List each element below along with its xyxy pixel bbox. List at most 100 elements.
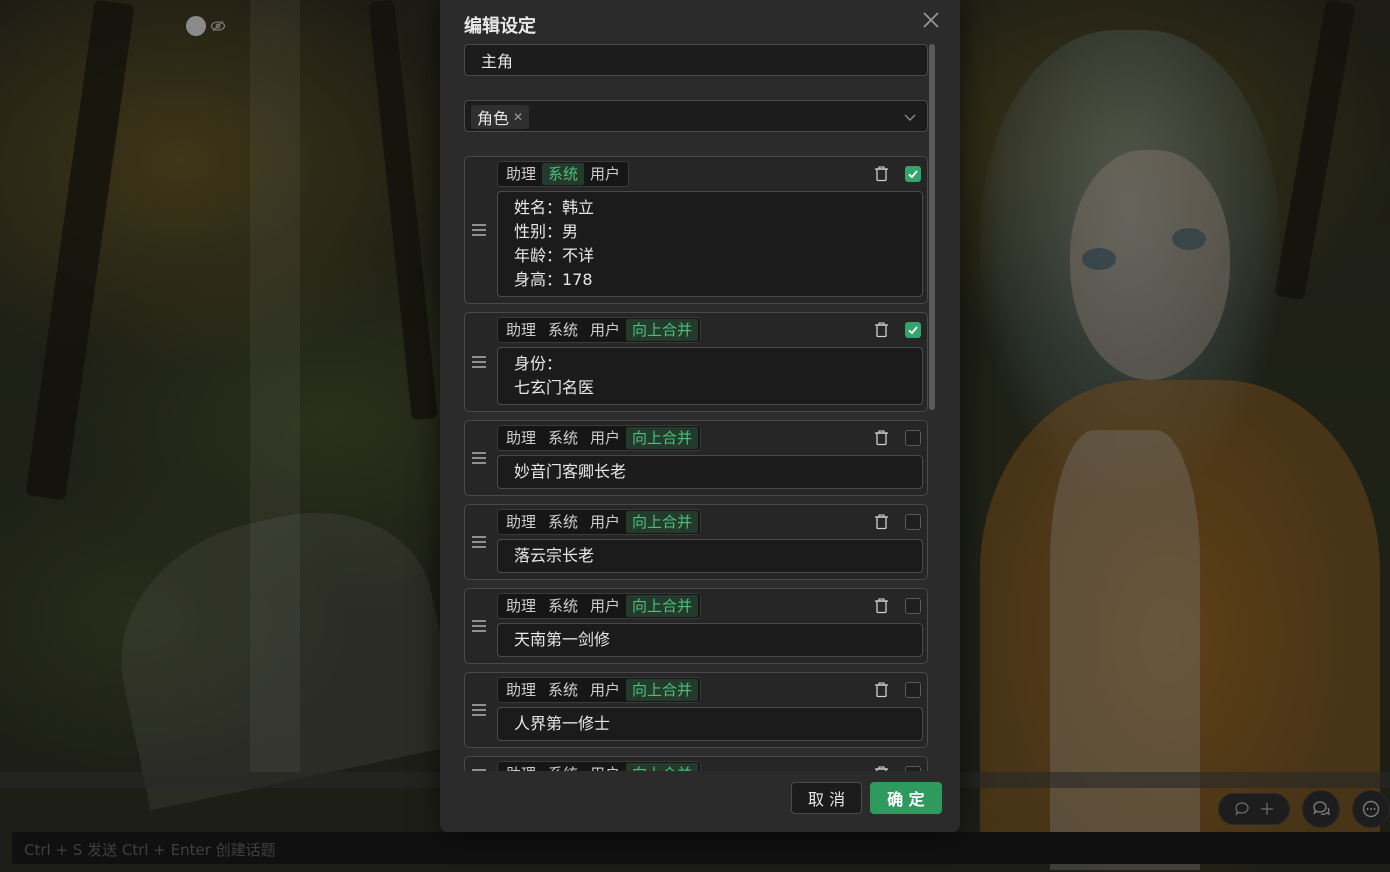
enable-checkbox[interactable]: [905, 682, 921, 698]
message-content-editor[interactable]: 人界第一修士: [497, 707, 923, 741]
enable-checkbox[interactable]: [905, 430, 921, 446]
message-input-placeholder: Ctrl + S 发送 Ctrl + Enter 创建话题: [24, 841, 276, 859]
role-option[interactable]: 系统: [542, 319, 584, 341]
visibility-toggle[interactable]: [186, 16, 226, 36]
card-tools: [874, 430, 921, 446]
conversation-button[interactable]: [1302, 790, 1340, 828]
content-line: 七玄门名医: [514, 378, 595, 397]
enable-checkbox[interactable]: [905, 514, 921, 530]
role-option[interactable]: 助理: [500, 319, 542, 341]
role-option[interactable]: 用户: [584, 163, 626, 185]
drag-handle-icon[interactable]: [471, 768, 487, 771]
role-option[interactable]: 用户: [584, 595, 626, 617]
role-option[interactable]: 系统: [542, 163, 585, 185]
more-chat-button[interactable]: [1352, 790, 1390, 828]
conversations-icon: [1313, 801, 1331, 816]
merge-up-option[interactable]: 向上合并: [626, 679, 699, 701]
message-card-list: 助理 系统 用户 姓名：韩立 性别：男 年龄：不详 身高：178 助理 系统 用户 向上合并: [464, 156, 928, 771]
message-input[interactable]: Ctrl + S 发送 Ctrl + Enter 创建话题: [12, 832, 1390, 864]
card-tools: [874, 322, 921, 338]
merge-up-option[interactable]: 向上合并: [626, 763, 699, 771]
role-option[interactable]: 系统: [542, 595, 584, 617]
chat-dots-icon: [1362, 800, 1380, 818]
content-line: 人界第一修士: [514, 714, 611, 733]
message-content-editor[interactable]: 姓名：韩立 性别：男 年龄：不详 身高：178: [497, 191, 923, 297]
role-selector: 助理系统用户向上合并: [497, 317, 702, 343]
trash-icon[interactable]: [874, 682, 889, 698]
role-option[interactable]: 用户: [584, 763, 626, 771]
drag-handle-icon[interactable]: [471, 535, 487, 549]
trash-icon[interactable]: [874, 514, 889, 530]
role-option[interactable]: 助理: [500, 511, 542, 533]
card-tools: [874, 514, 921, 530]
content-line: 身份：: [514, 354, 563, 373]
tag-select[interactable]: 角色 ✕: [464, 100, 928, 132]
check-icon: [908, 170, 918, 179]
tag-chip: 角色 ✕: [471, 105, 530, 129]
drag-handle-icon[interactable]: [471, 355, 487, 369]
card-tools: [874, 766, 921, 771]
message-content-editor[interactable]: 天南第一剑修: [497, 623, 923, 657]
role-option[interactable]: 系统: [542, 679, 584, 701]
card-tools: [874, 166, 921, 182]
cancel-button[interactable]: 取 消: [791, 782, 863, 814]
message-card: 助理 系统 用户 向上合并 天南第一剑修: [464, 588, 928, 664]
tag-label: 角色: [477, 109, 510, 128]
merge-up-option[interactable]: 向上合并: [626, 511, 699, 533]
role-selector: 助理系统用户向上合并: [497, 761, 702, 771]
modal-scrollbar[interactable]: [929, 44, 935, 410]
drag-handle-icon[interactable]: [471, 619, 487, 633]
role-option[interactable]: 助理: [500, 763, 542, 771]
drag-handle-icon[interactable]: [471, 223, 487, 237]
enable-checkbox[interactable]: [905, 766, 921, 771]
role-option[interactable]: 助理: [500, 679, 542, 701]
role-option[interactable]: 用户: [584, 511, 626, 533]
role-option[interactable]: 助理: [500, 595, 542, 617]
role-option[interactable]: 助理: [500, 427, 542, 449]
edit-settings-modal: 编辑设定 角色 ✕ 助理系统用户: [440, 0, 960, 832]
topic-pill-button[interactable]: [1218, 793, 1290, 825]
role-option[interactable]: 系统: [542, 427, 584, 449]
role-option[interactable]: 助理: [500, 163, 542, 185]
content-line: 天南第一剑修: [514, 630, 611, 649]
role-option[interactable]: 用户: [584, 679, 626, 701]
drag-handle-icon[interactable]: [471, 451, 487, 465]
close-icon[interactable]: [920, 9, 942, 31]
content-line: 妙音门客卿长老: [514, 462, 627, 481]
tag-remove-icon[interactable]: ✕: [513, 110, 523, 124]
split-icon: [1261, 803, 1273, 815]
trash-icon[interactable]: [874, 766, 889, 771]
role-selector: 助理系统用户向上合并: [497, 593, 702, 619]
role-option[interactable]: 系统: [542, 763, 584, 771]
role-option[interactable]: 用户: [584, 319, 626, 341]
message-content-editor[interactable]: 落云宗长老: [497, 539, 923, 573]
role-option[interactable]: 用户: [584, 427, 626, 449]
modal-footer: 取 消 确 定: [791, 782, 942, 814]
role-selector: 助理系统用户向上合并: [497, 425, 702, 451]
message-content-editor[interactable]: 身份： 七玄门名医: [497, 347, 923, 405]
role-option[interactable]: 系统: [542, 511, 584, 533]
enable-checkbox[interactable]: [905, 322, 921, 338]
chevron-down-icon: [904, 114, 916, 121]
modal-title: 编辑设定: [464, 16, 536, 37]
enable-checkbox[interactable]: [905, 166, 921, 182]
setting-name-input[interactable]: [464, 44, 928, 76]
merge-up-option[interactable]: 向上合并: [626, 427, 699, 449]
message-card: 助理 系统 用户 姓名：韩立 性别：男 年龄：不详 身高：178: [464, 156, 928, 304]
trash-icon[interactable]: [874, 166, 889, 182]
merge-up-option[interactable]: 向上合并: [626, 319, 699, 341]
drag-handle-icon[interactable]: [471, 703, 487, 717]
enable-checkbox[interactable]: [905, 598, 921, 614]
message-card: 助理 系统 用户 向上合并 妙音门客卿长老: [464, 420, 928, 496]
modal-body: 角色 ✕ 助理系统用户: [464, 44, 928, 771]
content-line: 性别：男: [514, 222, 579, 241]
card-tools: [874, 682, 921, 698]
trash-icon[interactable]: [874, 322, 889, 338]
trash-icon[interactable]: [874, 598, 889, 614]
message-card: 助理 系统 用户 向上合并 身份： 七玄门名医: [464, 312, 928, 412]
confirm-button[interactable]: 确 定: [870, 782, 942, 814]
trash-icon[interactable]: [874, 430, 889, 446]
message-content-editor[interactable]: 妙音门客卿长老: [497, 455, 923, 489]
merge-up-option[interactable]: 向上合并: [626, 595, 699, 617]
side-column: [250, 0, 300, 772]
